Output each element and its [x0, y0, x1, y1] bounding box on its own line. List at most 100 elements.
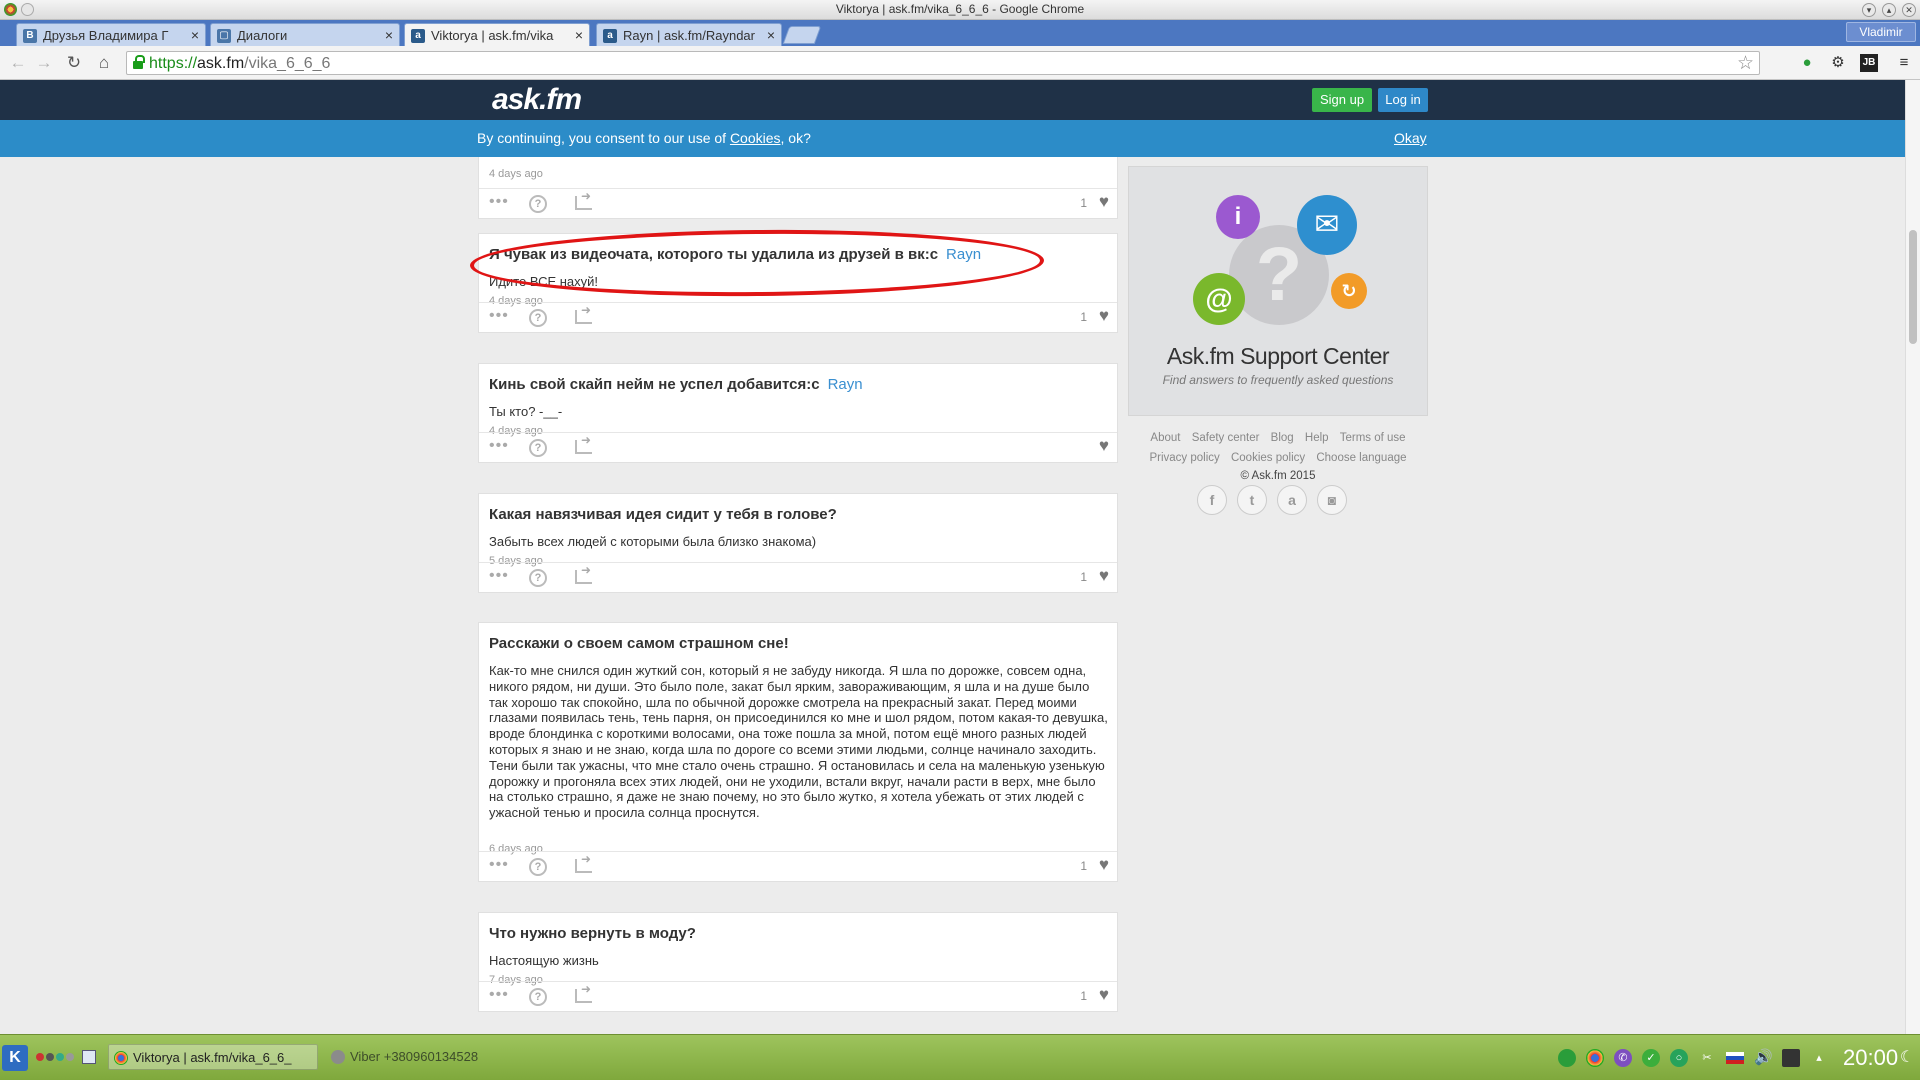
jb-extension-icon[interactable]: JB: [1860, 54, 1878, 72]
heart-icon[interactable]: ♥: [1099, 985, 1109, 1005]
footer-link-help[interactable]: Help: [1305, 432, 1329, 444]
support-center-subtitle: Find answers to frequently asked questio…: [1162, 373, 1394, 387]
more-options-icon[interactable]: •••: [489, 856, 509, 874]
more-options-icon[interactable]: •••: [489, 307, 509, 325]
answer-card: Кинь свой скайп нейм не успел добавится:…: [478, 363, 1118, 463]
back-icon[interactable]: ←: [8, 53, 28, 73]
close-window-button[interactable]: ✕: [1902, 3, 1916, 17]
keyboard-layout-flag-icon[interactable]: [1726, 1052, 1744, 1064]
menu-icon[interactable]: ≡: [1895, 54, 1913, 72]
home-icon[interactable]: ⌂: [94, 53, 114, 73]
tab-vk-dialogs[interactable]: ▢ Диалоги ×: [210, 23, 400, 46]
answer-text: Как-то мне снился один жуткий сон, котор…: [489, 663, 1108, 821]
leaf-extension-icon[interactable]: ●: [1798, 54, 1816, 72]
ask-question-icon[interactable]: ?: [529, 195, 547, 213]
chrome-tray-icon[interactable]: [1586, 1049, 1604, 1067]
maximize-button[interactable]: ▴: [1882, 3, 1896, 17]
viber-tray-icon[interactable]: ✆: [1614, 1049, 1632, 1067]
tab-strip: B Друзья Владимира Г × ▢ Диалоги × a Vik…: [0, 20, 1920, 46]
share-icon[interactable]: [575, 189, 592, 210]
footer-link-terms[interactable]: Terms of use: [1340, 432, 1406, 444]
new-tab-button[interactable]: [782, 26, 822, 44]
close-tab-icon[interactable]: ×: [575, 27, 583, 43]
bookmark-star-icon[interactable]: ☆: [1737, 52, 1754, 75]
taskbar-viber-window[interactable]: Viber +380960134528: [326, 1044, 526, 1070]
heart-icon[interactable]: ♥: [1099, 306, 1109, 326]
heart-icon[interactable]: ♥: [1099, 436, 1109, 456]
facebook-icon[interactable]: f: [1197, 485, 1227, 515]
ask-question-icon[interactable]: ?: [529, 439, 547, 457]
heart-icon[interactable]: ♥: [1099, 566, 1109, 586]
share-icon[interactable]: [575, 563, 592, 584]
forward-icon[interactable]: →: [34, 53, 54, 73]
more-options-icon[interactable]: •••: [489, 193, 509, 211]
tab-viktorya[interactable]: a Viktorya | ask.fm/vika ×: [404, 23, 590, 46]
ask-question-icon[interactable]: ?: [529, 569, 547, 587]
minimize-button[interactable]: ▾: [1862, 3, 1876, 17]
footer-link-cookies[interactable]: Cookies policy: [1231, 452, 1305, 464]
more-options-icon[interactable]: •••: [489, 986, 509, 1004]
os-taskbar: K Viktorya | ask.fm/vika_6_6_ Viber +380…: [0, 1034, 1920, 1080]
url-text[interactable]: https://ask.fm/vika_6_6_6: [149, 55, 330, 73]
ask-question-icon[interactable]: ?: [529, 858, 547, 876]
leaf-tray-icon[interactable]: [1558, 1049, 1576, 1067]
checkmark-tray-icon[interactable]: ✓: [1642, 1049, 1660, 1067]
footer-link-safety[interactable]: Safety center: [1192, 432, 1260, 444]
footer-link-about[interactable]: About: [1150, 432, 1180, 444]
taskbar-chrome-window[interactable]: Viktorya | ask.fm/vika_6_6_: [108, 1044, 318, 1070]
show-desktop-icon[interactable]: [82, 1050, 96, 1064]
desktop-pager[interactable]: [36, 1053, 74, 1061]
volume-icon[interactable]: 🔊: [1754, 1049, 1773, 1067]
clock[interactable]: 20:00: [1843, 1045, 1898, 1071]
battery-icon[interactable]: [1782, 1049, 1800, 1067]
footer-link-privacy[interactable]: Privacy policy: [1149, 452, 1219, 464]
share-icon[interactable]: [575, 982, 592, 1003]
viber-icon: [331, 1050, 345, 1064]
tab-vk-friends[interactable]: B Друзья Владимира Г ×: [16, 23, 206, 46]
more-options-icon[interactable]: •••: [489, 567, 509, 585]
like-count: 1: [1080, 859, 1087, 873]
ask-question-icon[interactable]: ?: [529, 309, 547, 327]
footer-link-blog[interactable]: Blog: [1271, 432, 1294, 444]
share-icon[interactable]: [575, 852, 592, 873]
askfm-header: ask.fm Sign up Log in: [0, 80, 1905, 120]
login-button[interactable]: Log in: [1378, 88, 1428, 112]
like-count: 1: [1080, 989, 1087, 1003]
page-viewport: ask.fm Sign up Log in By continuing, you…: [0, 80, 1905, 1034]
scissors-tray-icon[interactable]: ✂: [1698, 1049, 1716, 1067]
page-scrollbar[interactable]: [1905, 80, 1920, 1034]
moon-icon[interactable]: ☾: [1898, 1049, 1916, 1067]
scrollbar-thumb[interactable]: [1909, 230, 1917, 344]
card-actions: ••• ? 1 ♥: [479, 981, 1117, 1011]
close-tab-icon[interactable]: ×: [191, 27, 199, 43]
sync-tray-icon[interactable]: ○: [1670, 1049, 1688, 1067]
heart-icon[interactable]: ♥: [1099, 855, 1109, 875]
signup-button[interactable]: Sign up: [1312, 88, 1372, 112]
share-icon[interactable]: [575, 433, 592, 454]
close-tab-icon[interactable]: ×: [385, 27, 393, 43]
answer-text: Ты кто? -__-: [489, 404, 563, 419]
twitter-icon[interactable]: t: [1237, 485, 1267, 515]
heart-icon[interactable]: ♥: [1099, 192, 1109, 212]
tab-label: Друзья Владимира Г: [43, 28, 169, 43]
ask-question-icon[interactable]: ?: [529, 988, 547, 1006]
question-author-link[interactable]: Rayn: [828, 376, 863, 393]
tab-label: Viktorya | ask.fm/vika: [431, 28, 554, 43]
address-bar[interactable]: https://ask.fm/vika_6_6_6 ☆: [126, 51, 1760, 75]
footer-link-language[interactable]: Choose language: [1316, 452, 1406, 464]
kde-menu-icon[interactable]: K: [2, 1045, 28, 1071]
cookie-okay-link[interactable]: Okay: [1394, 130, 1427, 146]
share-icon[interactable]: [575, 303, 592, 324]
tray-expand-icon[interactable]: ▴: [1810, 1049, 1828, 1067]
reload-icon[interactable]: ↻: [64, 53, 84, 73]
close-tab-icon[interactable]: ×: [767, 27, 775, 43]
instagram-icon[interactable]: ◙: [1317, 485, 1347, 515]
cookies-link[interactable]: Cookies: [730, 130, 781, 146]
askfm-logo[interactable]: ask.fm: [492, 83, 582, 117]
tab-rayn[interactable]: a Rayn | ask.fm/Rayndar ×: [596, 23, 782, 46]
support-center-banner[interactable]: ? i ✉ @ ↻ Ask.fm Support Center Find ans…: [1128, 166, 1428, 416]
askfm-icon[interactable]: a: [1277, 485, 1307, 515]
more-options-icon[interactable]: •••: [489, 437, 509, 455]
gear-icon[interactable]: ⚙: [1829, 54, 1847, 72]
profile-button[interactable]: Vladimir: [1846, 22, 1916, 42]
